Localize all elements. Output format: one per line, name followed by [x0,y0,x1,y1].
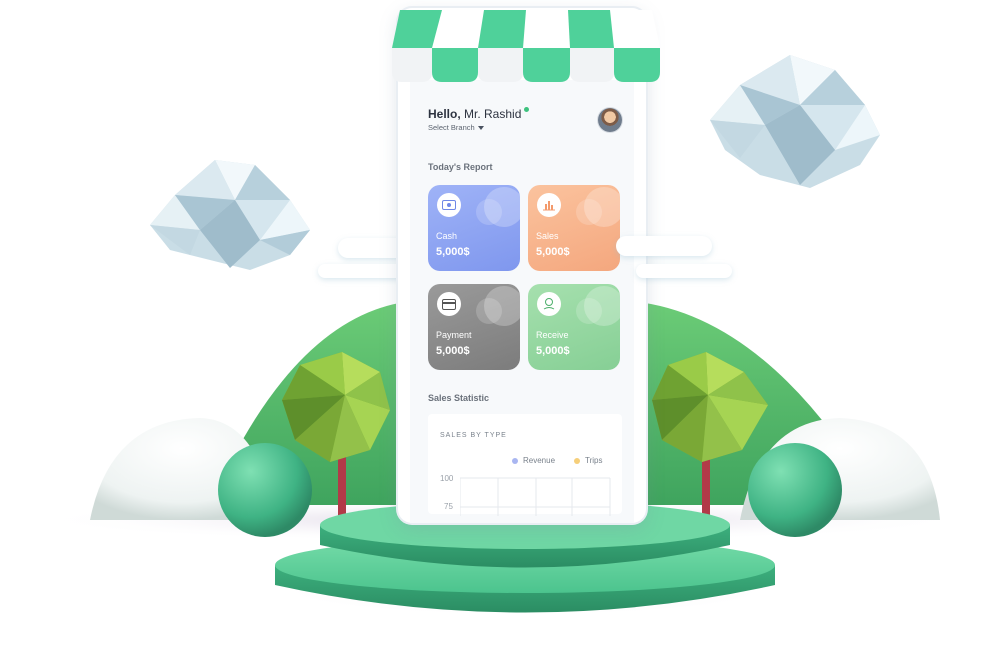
money-hand-icon [537,292,561,316]
card-label: Receive [536,330,569,340]
sales-by-type-chart: SALES BY TYPE Revenue Trips 100 75 [428,414,622,516]
sales-statistic-title: Sales Statistic [428,393,490,403]
card-label: Cash [436,231,458,241]
greeting: Hello, Mr. Rashid [428,107,530,121]
branch-selector-label: Select Branch [428,123,475,132]
greeting-prefix: Hello, [428,107,461,121]
cloud-wisp [636,264,732,278]
card-value: 5,000$ [436,345,470,357]
legend-revenue: Revenue [512,456,555,465]
legend-label: Trips [585,456,603,465]
branch-selector[interactable]: Select Branch [428,123,484,132]
legend-trips: Trips [574,456,602,465]
report-card-sales[interactable]: Sales 5,000$ [528,185,620,271]
legend-dot [574,457,580,464]
illustration-scene: Hello, Mr. Rashid Select Branch Today's … [0,0,1001,647]
cash-icon [437,193,461,217]
chart-grid [460,477,611,516]
legend-label: Revenue [523,456,556,465]
store-awning [392,10,660,82]
y-tick-label: 100 [440,474,454,483]
todays-report-title: Today's Report [428,162,493,172]
online-status-dot [524,107,530,112]
report-card-receive[interactable]: Receive 5,000$ [528,284,620,370]
credit-card-icon [437,292,461,316]
user-name: Mr. Rashid [464,107,522,121]
report-card-payment[interactable]: Payment 5,000$ [428,284,520,370]
cloud-wisp [616,236,712,256]
bar-chart-icon [537,193,561,217]
report-card-cash[interactable]: Cash 5,000$ [428,185,520,271]
card-label: Payment [436,330,472,340]
card-value: 5,000$ [436,246,470,258]
caret-down-icon [477,126,484,131]
legend-dot [512,457,518,464]
card-label: Sales [536,231,559,241]
avatar[interactable] [598,108,622,132]
y-tick-label: 75 [444,502,453,511]
card-value: 5,000$ [536,345,570,357]
chart-title: SALES BY TYPE [440,432,507,439]
card-value: 5,000$ [536,246,570,258]
